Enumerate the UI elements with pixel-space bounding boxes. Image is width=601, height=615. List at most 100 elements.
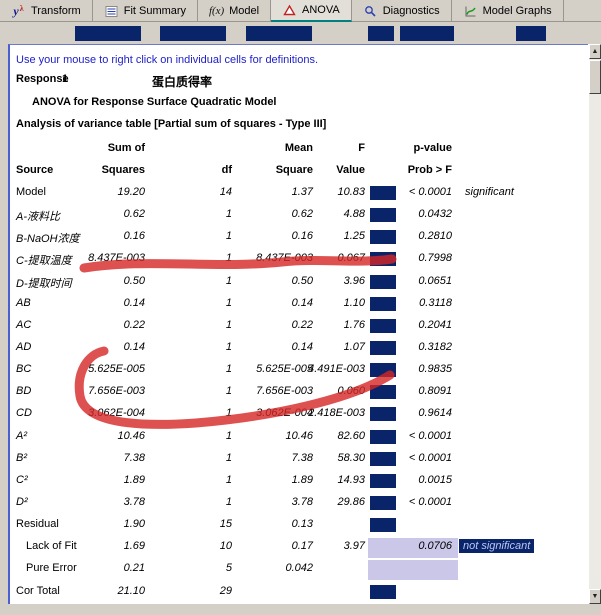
selected-cell[interactable] [400, 26, 454, 41]
cell-sum-of-squares[interactable]: 7.656E-003 [45, 385, 145, 397]
cell-sum-of-squares[interactable]: 7.38 [45, 452, 145, 464]
cell-source[interactable]: BD [16, 385, 31, 397]
cell-p-value[interactable]: 0.9614 [352, 407, 452, 419]
cell-p-value[interactable]: < 0.0001 [352, 186, 452, 198]
tab-model-graphs[interactable]: Model Graphs [452, 0, 564, 22]
cell-sum-of-squares[interactable]: 1.69 [45, 540, 145, 552]
selected-cell[interactable] [516, 26, 546, 41]
cell-source[interactable]: BC [16, 363, 31, 375]
scroll-down-arrow[interactable]: ▼ [589, 589, 601, 604]
table-title: Analysis of variance table [Partial sum … [16, 118, 327, 130]
cell-p-value[interactable]: 0.2041 [352, 319, 452, 331]
anova-table-row[interactable]: D² 3.78 1 3.78 29.86 < 0.0001 [10, 493, 588, 515]
cell-sum-of-squares[interactable]: 0.21 [45, 562, 145, 574]
cell-sum-of-squares[interactable]: 0.62 [45, 208, 145, 220]
cell-sum-of-squares[interactable]: 1.90 [45, 518, 145, 530]
cell-source[interactable]: C² [16, 474, 28, 486]
anova-table-row[interactable]: A² 10.46 1 10.46 82.60 < 0.0001 [10, 427, 588, 449]
tab-anova[interactable]: ANOVA [271, 0, 352, 22]
cell-sum-of-squares[interactable]: 5.625E-005 [45, 363, 145, 375]
cell-sum-of-squares[interactable]: 0.50 [45, 275, 145, 287]
cell-p-value[interactable]: 0.2810 [352, 230, 452, 242]
anova-table-row[interactable]: Lack of Fit 1.69 10 0.17 3.97 0.0706 not… [10, 537, 588, 559]
graph-icon [463, 4, 478, 19]
cell-source[interactable]: Model [16, 186, 46, 198]
cell-sum-of-squares[interactable]: 21.10 [45, 585, 145, 597]
anova-table-row[interactable]: Model 19.20 14 1.37 10.83 < 0.0001 signi… [10, 183, 588, 205]
tab-label: Fit Summary [123, 5, 187, 17]
anova-table-row[interactable]: A-液料比 0.62 1 0.62 4.88 0.0432 [10, 205, 588, 227]
tab-model[interactable]: f(x) Model [198, 0, 272, 22]
header-sum-of: Sum of [107, 142, 145, 154]
anova-table-body: Model 19.20 14 1.37 10.83 < 0.0001 signi… [10, 183, 588, 604]
y-glyph: y [13, 3, 19, 18]
anova-table-row[interactable]: BC 5.625E-005 1 5.625E-005 4.491E-003 0.… [10, 360, 588, 382]
cell-source[interactable]: AC [16, 319, 31, 331]
cell-sum-of-squares[interactable]: 8.437E-003 [45, 252, 145, 264]
anova-table-row[interactable]: Cor Total 21.10 29 [10, 582, 588, 604]
cell-sum-of-squares[interactable]: 0.16 [45, 230, 145, 242]
cell-sum-of-squares[interactable]: 0.14 [45, 341, 145, 353]
anova-table-row[interactable]: BD 7.656E-003 1 7.656E-003 0.060 0.8091 [10, 382, 588, 404]
cell-source[interactable]: AB [16, 297, 31, 309]
selected-cell[interactable] [160, 26, 226, 41]
tab-label: ANOVA [302, 4, 340, 16]
cell-source[interactable]: A² [16, 430, 27, 442]
cell-source[interactable]: D² [16, 496, 28, 508]
anova-table-row[interactable]: C-提取温度 8.437E-003 1 8.437E-003 0.067 0.7… [10, 249, 588, 271]
cell-sum-of-squares[interactable]: 19.20 [45, 186, 145, 198]
cell-p-value[interactable]: 0.7998 [352, 252, 452, 264]
anova-table-row[interactable]: B-NaOH浓度 0.16 1 0.16 1.25 0.2810 [10, 227, 588, 249]
anova-table-row[interactable]: Residual 1.90 15 0.13 [10, 515, 588, 537]
cell-p-value[interactable]: 0.0651 [352, 275, 452, 287]
anova-table-row[interactable]: AC 0.22 1 0.22 1.76 0.2041 [10, 316, 588, 338]
response-number: 1 [62, 73, 69, 85]
cell-p-value[interactable]: 0.9835 [352, 363, 452, 375]
scroll-up-arrow[interactable]: ▲ [589, 44, 601, 59]
cell-p-value[interactable]: 0.3118 [352, 297, 452, 309]
anova-table-row[interactable]: C² 1.89 1 1.89 14.93 0.0015 [10, 471, 588, 493]
cell-p-value[interactable]: 0.0432 [352, 208, 452, 220]
cell-source[interactable]: CD [16, 407, 32, 419]
selected-cell[interactable] [75, 26, 141, 41]
cell-source[interactable]: B² [16, 452, 27, 464]
selected-cell[interactable] [370, 518, 396, 533]
cell-p-value[interactable]: < 0.0001 [352, 496, 452, 508]
cell-source[interactable]: AD [16, 341, 31, 353]
cell-mean-square[interactable]: 0.042 [213, 562, 313, 574]
anova-table-row[interactable]: AD 0.14 1 0.14 1.07 0.3182 [10, 338, 588, 360]
cell-p-value[interactable]: 0.3182 [352, 341, 452, 353]
tab-transform[interactable]: yλ Transform [0, 0, 93, 22]
cell-sum-of-squares[interactable]: 3.062E-004 [45, 407, 145, 419]
anova-table-row[interactable]: Pure Error 0.21 5 0.042 [10, 559, 588, 581]
cell-sum-of-squares[interactable]: 1.89 [45, 474, 145, 486]
anova-table-row[interactable]: AB 0.14 1 0.14 1.10 0.3118 [10, 294, 588, 316]
anova-table-row[interactable]: CD 3.062E-004 1 3.062E-004 2.418E-003 0.… [10, 404, 588, 426]
cell-note: significant [465, 186, 514, 198]
toolbar: yλ Transform Fit Summary f(x) Model ANOV… [0, 0, 601, 22]
cell-p-value[interactable]: 0.0706 [352, 540, 452, 552]
cell-p-value[interactable]: < 0.0001 [352, 452, 452, 464]
header-squares: Squares [101, 164, 145, 176]
design-expert-window: yλ Transform Fit Summary f(x) Model ANOV… [0, 0, 601, 615]
vertical-scrollbar[interactable]: ▲ ▼ [588, 44, 601, 604]
anova-table-row[interactable]: D-提取时间 0.50 1 0.50 3.96 0.0651 [10, 272, 588, 294]
header-p-value: p-value [413, 142, 452, 154]
cell-sum-of-squares[interactable]: 0.22 [45, 319, 145, 331]
cell-sum-of-squares[interactable]: 0.14 [45, 297, 145, 309]
selected-cell[interactable] [370, 584, 396, 599]
cell-sum-of-squares[interactable]: 10.46 [45, 430, 145, 442]
scrollbar-thumb[interactable] [589, 60, 601, 94]
cell-p-value[interactable]: < 0.0001 [352, 430, 452, 442]
anova-table-row[interactable]: B² 7.38 1 7.38 58.30 < 0.0001 [10, 449, 588, 471]
selected-cell[interactable] [368, 26, 394, 41]
tab-fit-summary[interactable]: Fit Summary [93, 0, 199, 22]
tab-diagnostics[interactable]: Diagnostics [352, 0, 452, 22]
magnifier-icon [363, 4, 378, 19]
cell-mean-square[interactable]: 0.13 [213, 518, 313, 530]
selected-cell[interactable] [246, 26, 312, 41]
cell-sum-of-squares[interactable]: 3.78 [45, 496, 145, 508]
cell-p-value[interactable]: 0.8091 [352, 385, 452, 397]
cell-df[interactable]: 29 [192, 585, 232, 597]
cell-p-value[interactable]: 0.0015 [352, 474, 452, 486]
